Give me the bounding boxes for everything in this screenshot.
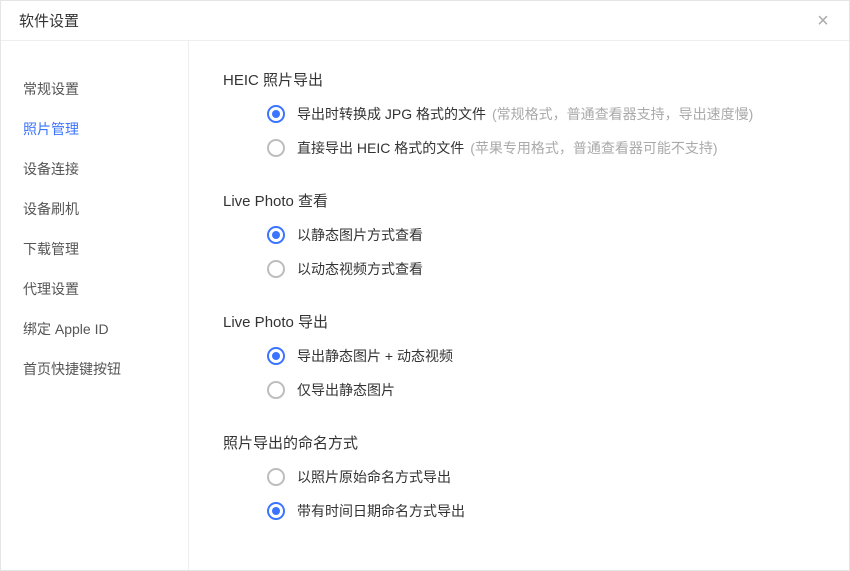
option-heic-direct[interactable]: 直接导出 HEIC 格式的文件 (苹果专用格式，普通查看器可能不支持) <box>223 138 815 158</box>
section-livephoto-view: Live Photo 查看 以静态图片方式查看 以动态视频方式查看 <box>223 190 815 293</box>
sidebar-item-label: 绑定 Apple ID <box>23 319 109 339</box>
option-label: 导出时转换成 JPG 格式的文件 <box>297 104 486 124</box>
radio-icon <box>267 226 285 244</box>
dialog-footer: 确定 取消 应用 <box>223 553 815 570</box>
option-hint: (苹果专用格式，普通查看器可能不支持) <box>470 138 717 158</box>
sidebar-item-bind-apple-id[interactable]: 绑定 Apple ID <box>1 309 188 349</box>
content-pane: HEIC 照片导出 导出时转换成 JPG 格式的文件 (常规格式，普通查看器支持… <box>189 41 849 570</box>
sidebar-item-photo-manage[interactable]: 照片管理 <box>1 109 188 149</box>
option-livephoto-view-video[interactable]: 以动态视频方式查看 <box>223 259 815 279</box>
radio-icon <box>267 381 285 399</box>
sidebar-item-device-connect[interactable]: 设备连接 <box>1 149 188 189</box>
radio-icon <box>267 502 285 520</box>
section-title: Live Photo 查看 <box>223 190 815 211</box>
sidebar-item-download-manage[interactable]: 下载管理 <box>1 229 188 269</box>
sidebar-item-label: 设备连接 <box>23 159 79 179</box>
sidebar-item-label: 设备刷机 <box>23 199 79 219</box>
option-hint: (常规格式，普通查看器支持，导出速度慢) <box>492 104 753 124</box>
sidebar-item-label: 常规设置 <box>23 79 79 99</box>
option-label: 以照片原始命名方式导出 <box>297 467 451 487</box>
option-livephoto-view-static[interactable]: 以静态图片方式查看 <box>223 225 815 245</box>
settings-window: 软件设置 × 常规设置 照片管理 设备连接 设备刷机 下载管理 代理设置 绑定 … <box>0 0 850 571</box>
option-label: 导出静态图片 + 动态视频 <box>297 346 453 366</box>
sidebar-item-label: 首页快捷键按钮 <box>23 359 121 379</box>
option-label: 仅导出静态图片 <box>297 380 395 400</box>
option-label: 带有时间日期命名方式导出 <box>297 501 465 521</box>
radio-icon <box>267 139 285 157</box>
option-naming-original[interactable]: 以照片原始命名方式导出 <box>223 467 815 487</box>
sidebar-item-device-flash[interactable]: 设备刷机 <box>1 189 188 229</box>
radio-icon <box>267 105 285 123</box>
sidebar-item-label: 代理设置 <box>23 279 79 299</box>
option-liveexport-static-only[interactable]: 仅导出静态图片 <box>223 380 815 400</box>
option-label: 直接导出 HEIC 格式的文件 <box>297 138 464 158</box>
radio-icon <box>267 468 285 486</box>
sidebar-item-proxy-settings[interactable]: 代理设置 <box>1 269 188 309</box>
sidebar-item-label: 照片管理 <box>23 119 79 139</box>
option-label: 以动态视频方式查看 <box>297 259 423 279</box>
radio-icon <box>267 260 285 278</box>
section-heic-export: HEIC 照片导出 导出时转换成 JPG 格式的文件 (常规格式，普通查看器支持… <box>223 69 815 172</box>
section-title: Live Photo 导出 <box>223 311 815 332</box>
close-icon: × <box>817 11 829 31</box>
section-livephoto-export: Live Photo 导出 导出静态图片 + 动态视频 仅导出静态图片 <box>223 311 815 414</box>
window-body: 常规设置 照片管理 设备连接 设备刷机 下载管理 代理设置 绑定 Apple I… <box>1 41 849 570</box>
sidebar-item-home-shortcut[interactable]: 首页快捷键按钮 <box>1 349 188 389</box>
option-naming-datetime[interactable]: 带有时间日期命名方式导出 <box>223 501 815 521</box>
sidebar: 常规设置 照片管理 设备连接 设备刷机 下载管理 代理设置 绑定 Apple I… <box>1 41 189 570</box>
titlebar: 软件设置 × <box>1 1 849 41</box>
option-liveexport-both[interactable]: 导出静态图片 + 动态视频 <box>223 346 815 366</box>
radio-icon <box>267 347 285 365</box>
sidebar-item-label: 下载管理 <box>23 239 79 259</box>
option-label: 以静态图片方式查看 <box>297 225 423 245</box>
section-photo-naming: 照片导出的命名方式 以照片原始命名方式导出 带有时间日期命名方式导出 <box>223 432 815 535</box>
sidebar-item-general[interactable]: 常规设置 <box>1 69 188 109</box>
section-title: 照片导出的命名方式 <box>223 432 815 453</box>
window-title: 软件设置 <box>19 10 79 31</box>
section-title: HEIC 照片导出 <box>223 69 815 90</box>
close-button[interactable]: × <box>811 9 835 33</box>
option-heic-to-jpg[interactable]: 导出时转换成 JPG 格式的文件 (常规格式，普通查看器支持，导出速度慢) <box>223 104 815 124</box>
